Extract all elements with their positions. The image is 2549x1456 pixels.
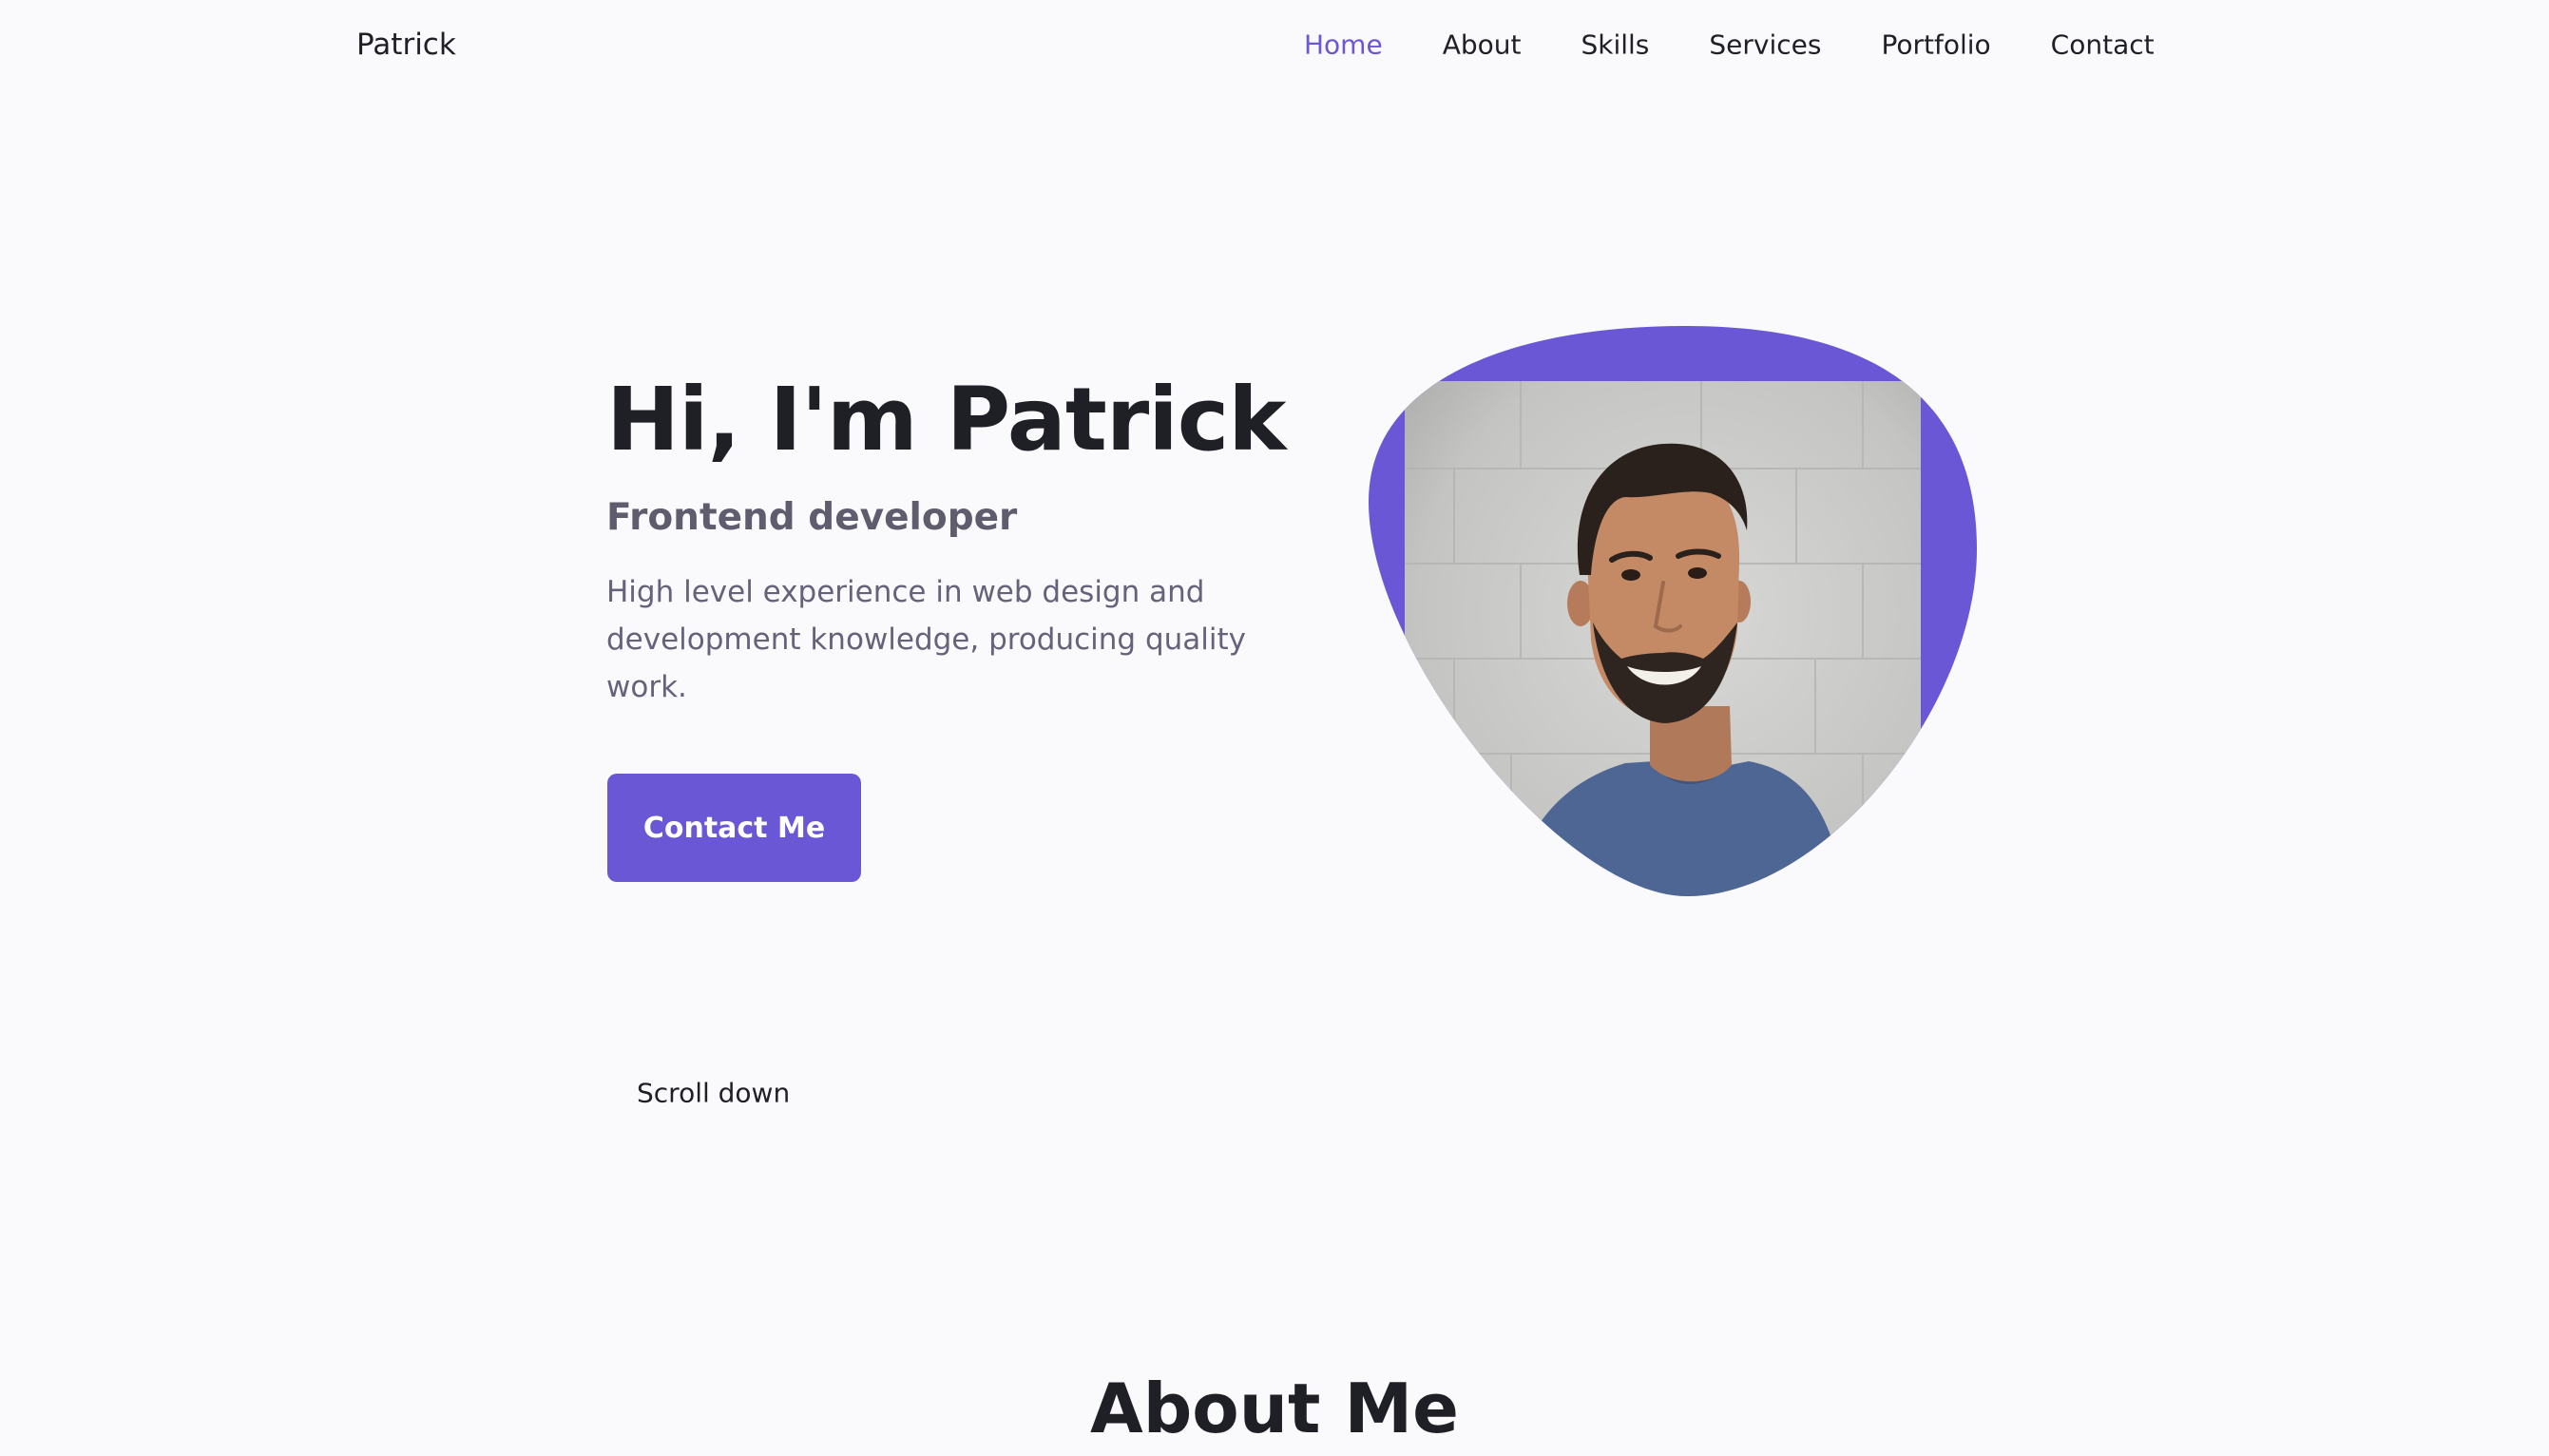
- contact-me-button[interactable]: Contact Me: [607, 774, 861, 882]
- nav-link-contact[interactable]: Contact: [2051, 29, 2155, 61]
- site-header: Patrick Home About Skills Services Portf…: [0, 0, 2549, 91]
- hero-profile-blob: [1369, 326, 1977, 900]
- hero-description: High level experience in web design and …: [606, 575, 1247, 704]
- hero-title: Hi, I'm Patrick: [606, 369, 1286, 470]
- about-section-title: About Me: [1090, 1369, 1459, 1448]
- nav-link-portfolio[interactable]: Portfolio: [1881, 29, 1990, 61]
- profile-image: [1369, 326, 1977, 896]
- hero-subtitle: Frontend developer: [606, 496, 1018, 539]
- nav-link-home[interactable]: Home: [1304, 29, 1383, 61]
- nav-link-services[interactable]: Services: [1709, 29, 1821, 61]
- main-nav: Home About Skills Services Portfolio Con…: [1304, 29, 2155, 61]
- nav-link-about[interactable]: About: [1443, 29, 1522, 61]
- site-logo[interactable]: Patrick: [356, 28, 456, 62]
- scroll-down-link[interactable]: Scroll down: [637, 1078, 790, 1109]
- nav-link-skills[interactable]: Skills: [1581, 29, 1649, 61]
